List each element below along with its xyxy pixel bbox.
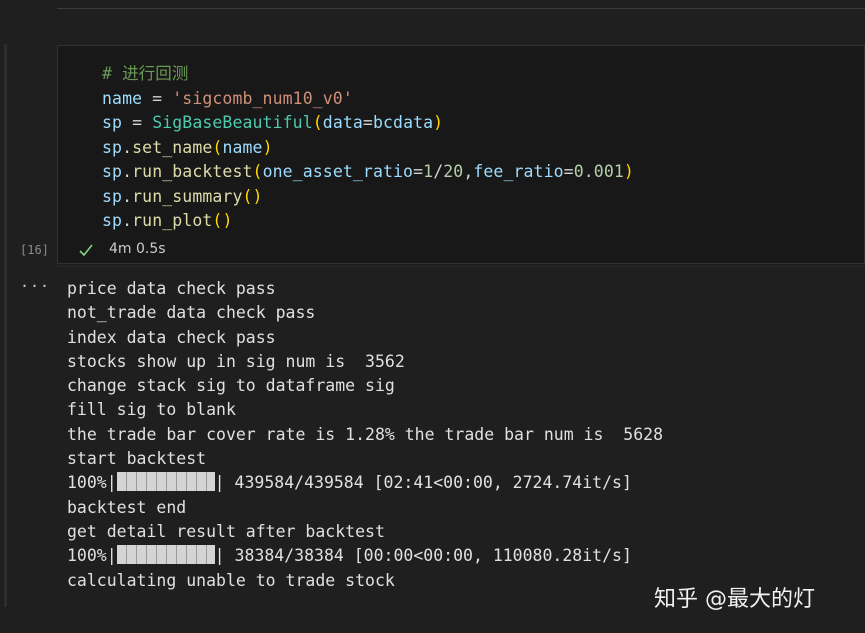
code-token: set_name (132, 137, 213, 157)
code-token: ) (433, 113, 444, 132)
code-token: ) (262, 137, 273, 157)
progress-line: 100%| | 439584/439584 [02:41<00:00, 2724.… (67, 471, 663, 495)
code-line[interactable]: # 进行回测 (102, 62, 634, 87)
code-token: 1 (423, 162, 434, 181)
output-line: index data check pass (67, 327, 276, 347)
code-line[interactable]: sp.run_summary() (102, 185, 634, 210)
code-token: name (102, 88, 143, 108)
code-token: ) (623, 162, 634, 181)
code-token: = (563, 162, 574, 181)
output-divider (57, 266, 865, 267)
code-token: run_plot (132, 211, 213, 230)
code-token: sp (102, 186, 123, 206)
code-token: . (122, 162, 133, 181)
output-line: price data check pass (67, 279, 276, 298)
code-token: fee_ratio (473, 162, 564, 181)
code-lines[interactable]: # 进行回测 name = 'sigcomb_num10_v0' sp = SigB… (102, 62, 634, 234)
code-token: name (222, 137, 263, 157)
code-token: 20 (443, 162, 464, 181)
progress-bar (116, 545, 215, 565)
code-token: sp (102, 113, 123, 132)
output-line: stocks show up in sig num is 3562 (67, 351, 405, 371)
code-token: ( (312, 113, 323, 132)
code-line[interactable]: sp.set_name(name) (102, 136, 634, 161)
code-token: SigBaseBeautiful (152, 113, 313, 132)
code-token: data (322, 113, 363, 132)
code-line[interactable]: name = 'sigcomb_num10_v0' (102, 87, 634, 112)
code-token: run_backtest (132, 162, 253, 181)
output-line: get detail result after backtest (67, 521, 385, 541)
progress-stats: | 439584/439584 [02:41<00:00, 2724.74it/… (214, 473, 632, 493)
output-line: the trade bar cover rate is 1.28% the tr… (67, 424, 664, 444)
progress-percent: 100%| (67, 473, 117, 493)
progress-percent: 100%| (67, 546, 117, 566)
output-line: not_trade data check pass (67, 303, 316, 323)
progress-stats: | 38384/38384 [00:00<00:00, 110080.28it/… (214, 546, 632, 566)
code-token: run_summary (132, 186, 243, 206)
output-line: calculating unable to trade stock (67, 570, 395, 590)
code-token: . (122, 137, 133, 157)
execution-duration: 4m 0.5s (109, 241, 166, 257)
code-line[interactable]: sp.run_plot() (102, 209, 634, 234)
code-token: one_asset_ratio (262, 162, 414, 181)
output-more-icon[interactable]: ··· (20, 277, 50, 295)
code-token: , (463, 162, 474, 181)
output-line: fill sig to blank (67, 400, 236, 420)
code-token: () (212, 211, 233, 230)
code-token: sp (102, 137, 123, 157)
code-token: 'sigcomb_num10_v0' (172, 88, 353, 108)
code-token: = (413, 162, 424, 181)
output-line: backtest end (67, 497, 187, 517)
code-line[interactable]: sp.run_backtest(one_asset_ratio=1/20,fee… (102, 160, 634, 185)
code-token: = (142, 88, 173, 108)
cell-focus-rail (4, 44, 7, 607)
code-token: bcdata (372, 113, 434, 132)
code-token: 0.001 (573, 162, 624, 181)
progress-bar (116, 472, 215, 492)
code-token: # 进行回测 (102, 64, 189, 83)
output-line: start backtest (67, 449, 207, 469)
progress-line: 100%| | 38384/38384 [00:00<00:00, 110080.… (67, 544, 663, 568)
code-token: . (122, 186, 133, 206)
code-token: sp (102, 162, 123, 181)
code-token: = (362, 113, 373, 132)
cell-output: price data check pass not_trade data chec… (67, 277, 663, 593)
watermark: 知乎 @最大的灯 (654, 587, 815, 612)
code-token: ( (252, 162, 263, 181)
execution-count: [16] (20, 243, 49, 257)
check-icon (78, 241, 94, 259)
output-line: change stack sig to dataframe sig (67, 376, 395, 396)
code-token: sp (102, 211, 123, 230)
code-token: . (122, 211, 133, 230)
code-token: ( (212, 137, 223, 157)
code-token: () (242, 186, 263, 206)
code-cell-editor[interactable]: # 进行回测 name = 'sigcomb_num10_v0' sp = SigB… (57, 45, 865, 264)
code-token: / (433, 162, 444, 181)
code-line[interactable]: sp = SigBaseBeautiful(data=bcdata) (102, 111, 634, 136)
code-token: = (122, 113, 153, 132)
previous-cell-edge (57, 0, 865, 9)
